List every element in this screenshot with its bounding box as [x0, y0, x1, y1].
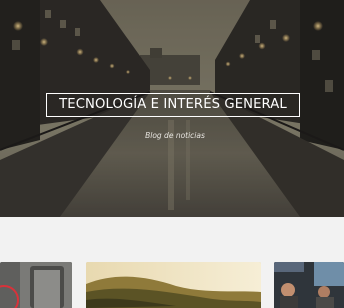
site-title[interactable]: TECNOLOGÍA E INTERÉS GENERAL — [46, 93, 300, 117]
post-card[interactable] — [274, 262, 344, 308]
site-tagline: Blog de noticias — [145, 131, 205, 140]
post-card[interactable] — [0, 262, 72, 308]
sunlit-hills-photo — [86, 262, 261, 308]
post-card[interactable] — [86, 262, 261, 308]
phone-device-photo — [0, 262, 72, 308]
office-people-photo — [274, 262, 344, 308]
hero-banner: TECNOLOGÍA E INTERÉS GENERAL Blog de not… — [0, 0, 344, 217]
